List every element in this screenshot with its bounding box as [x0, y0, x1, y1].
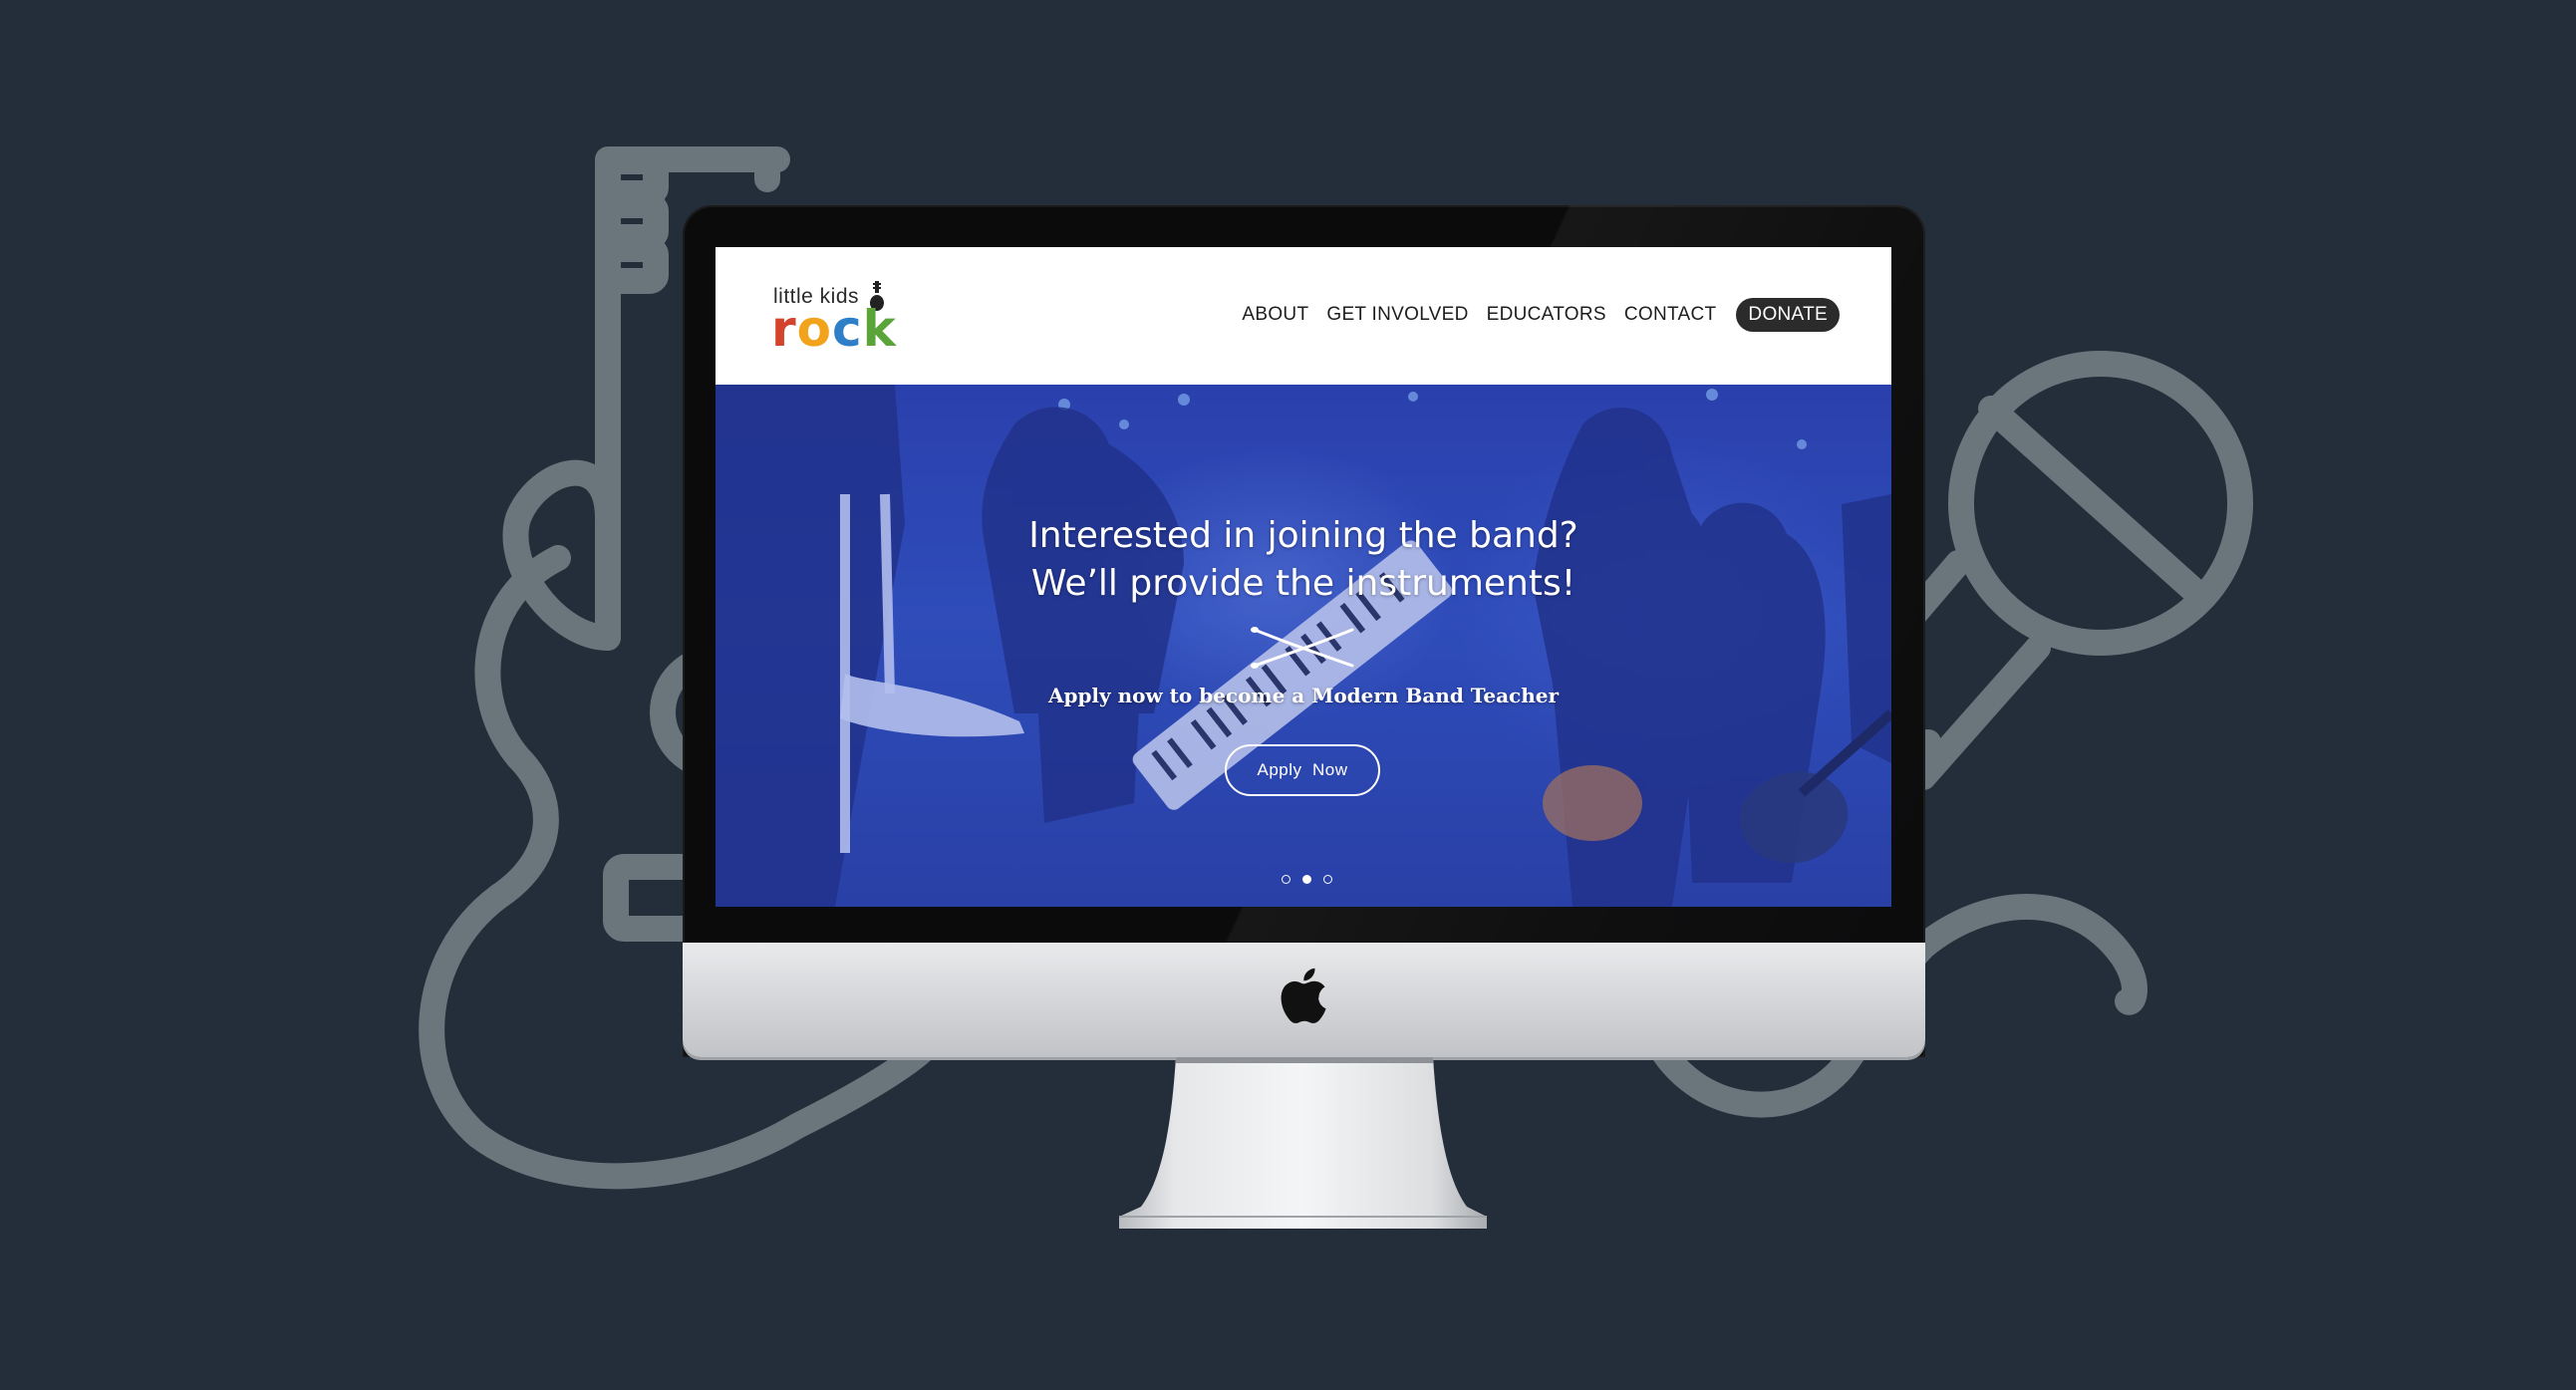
apply-now-button[interactable]: Apply Now: [1225, 744, 1380, 796]
logo-wordmark: rock: [771, 301, 897, 357]
logo-letter-c: c: [832, 300, 863, 358]
nav-educators[interactable]: EDUCATORS: [1487, 304, 1606, 326]
site-header: little kids rock ABOUT GET INVOLVED EDUC…: [716, 247, 1891, 385]
hero-title-line1: Interested in joining the band?: [1028, 515, 1578, 556]
slider-dot-1[interactable]: [1282, 875, 1290, 884]
logo-letter-r: r: [771, 300, 797, 358]
slider-dots: [1282, 875, 1332, 884]
nav-contact[interactable]: CONTACT: [1624, 304, 1717, 326]
donate-button[interactable]: DONATE: [1736, 298, 1840, 332]
apple-icon: [1281, 968, 1326, 1023]
logo-letter-o: o: [796, 300, 833, 358]
logo-letter-k: k: [862, 300, 897, 358]
slider-dot-2[interactable]: [1302, 875, 1311, 884]
hero-title-line2: We’ll provide the instruments!: [1030, 563, 1576, 604]
nav-about[interactable]: ABOUT: [1242, 304, 1308, 326]
monitor-stand: [1119, 1057, 1487, 1229]
website-screen: little kids rock ABOUT GET INVOLVED EDUC…: [716, 247, 1891, 907]
main-nav: ABOUT GET INVOLVED EDUCATORS CONTACT DON…: [1242, 297, 1840, 333]
drumsticks-icon: [1251, 627, 1354, 669]
hero-slider: Interested in joining the band? We’ll pr…: [716, 385, 1891, 907]
hero-title: Interested in joining the band? We’ll pr…: [716, 512, 1891, 608]
hero-subtitle: Apply now to become a Modern Band Teache…: [1047, 684, 1560, 707]
nav-get-involved[interactable]: GET INVOLVED: [1326, 304, 1468, 326]
little-kids-rock-logo[interactable]: little kids rock: [771, 281, 911, 357]
slider-dot-3[interactable]: [1323, 875, 1332, 884]
